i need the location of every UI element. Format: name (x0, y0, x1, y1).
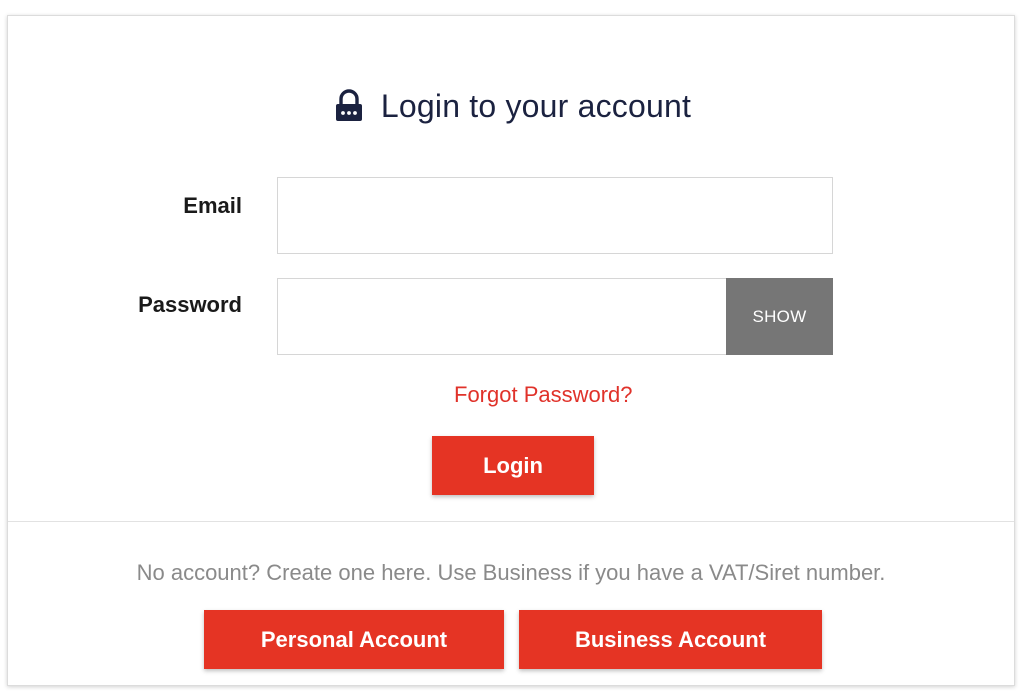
password-label: Password (138, 292, 242, 317)
email-field[interactable] (278, 178, 832, 253)
login-card: Login to your account Email Password SHO… (7, 15, 1015, 686)
personal-account-button[interactable]: Personal Account (204, 610, 504, 669)
email-field-box (277, 177, 833, 254)
show-password-button[interactable]: SHOW (726, 278, 833, 355)
login-heading: Login to your account (8, 86, 1014, 126)
email-label: Email (183, 193, 242, 218)
lock-icon (331, 88, 367, 124)
forgot-password-link[interactable]: Forgot Password? (454, 382, 633, 408)
password-field-box: SHOW (277, 278, 833, 355)
login-button[interactable]: Login (432, 436, 594, 495)
page-title: Login to your account (380, 87, 692, 124)
business-account-button[interactable]: Business Account (519, 610, 822, 669)
divider (8, 521, 1014, 522)
signup-note: No account? Create one here. Use Busines… (136, 560, 886, 585)
password-field[interactable] (278, 279, 726, 354)
